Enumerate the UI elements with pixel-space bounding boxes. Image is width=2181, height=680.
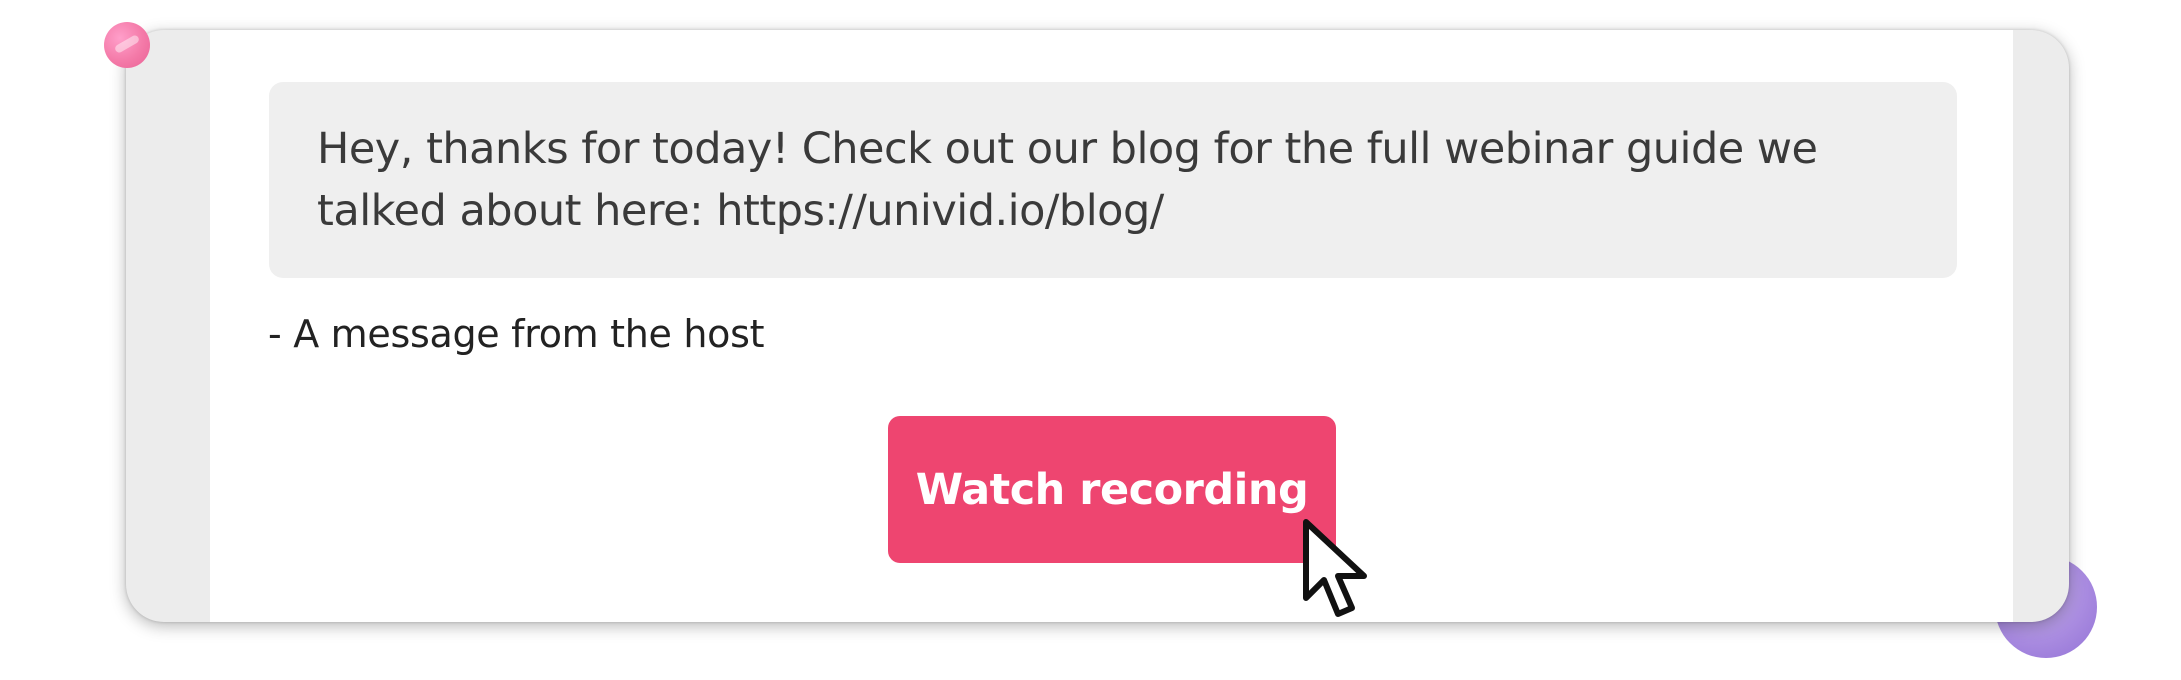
host-message-line-2: talked about here: https://univid.io/blo… — [317, 186, 1164, 236]
mouse-pointer-arrow-icon — [1303, 519, 1367, 617]
host-message-text: Hey, thanks for today! Check out our blo… — [317, 118, 1909, 242]
message-card: Hey, thanks for today! Check out our blo… — [126, 30, 2069, 622]
decorative-pink-dot — [104, 22, 150, 68]
host-message-bubble: Hey, thanks for today! Check out our blo… — [269, 82, 1957, 278]
watch-recording-button[interactable]: Watch recording — [888, 416, 1336, 563]
host-attribution: - A message from the host — [268, 312, 765, 356]
host-message-line-1: Hey, thanks for today! Check out our blo… — [317, 124, 1818, 174]
